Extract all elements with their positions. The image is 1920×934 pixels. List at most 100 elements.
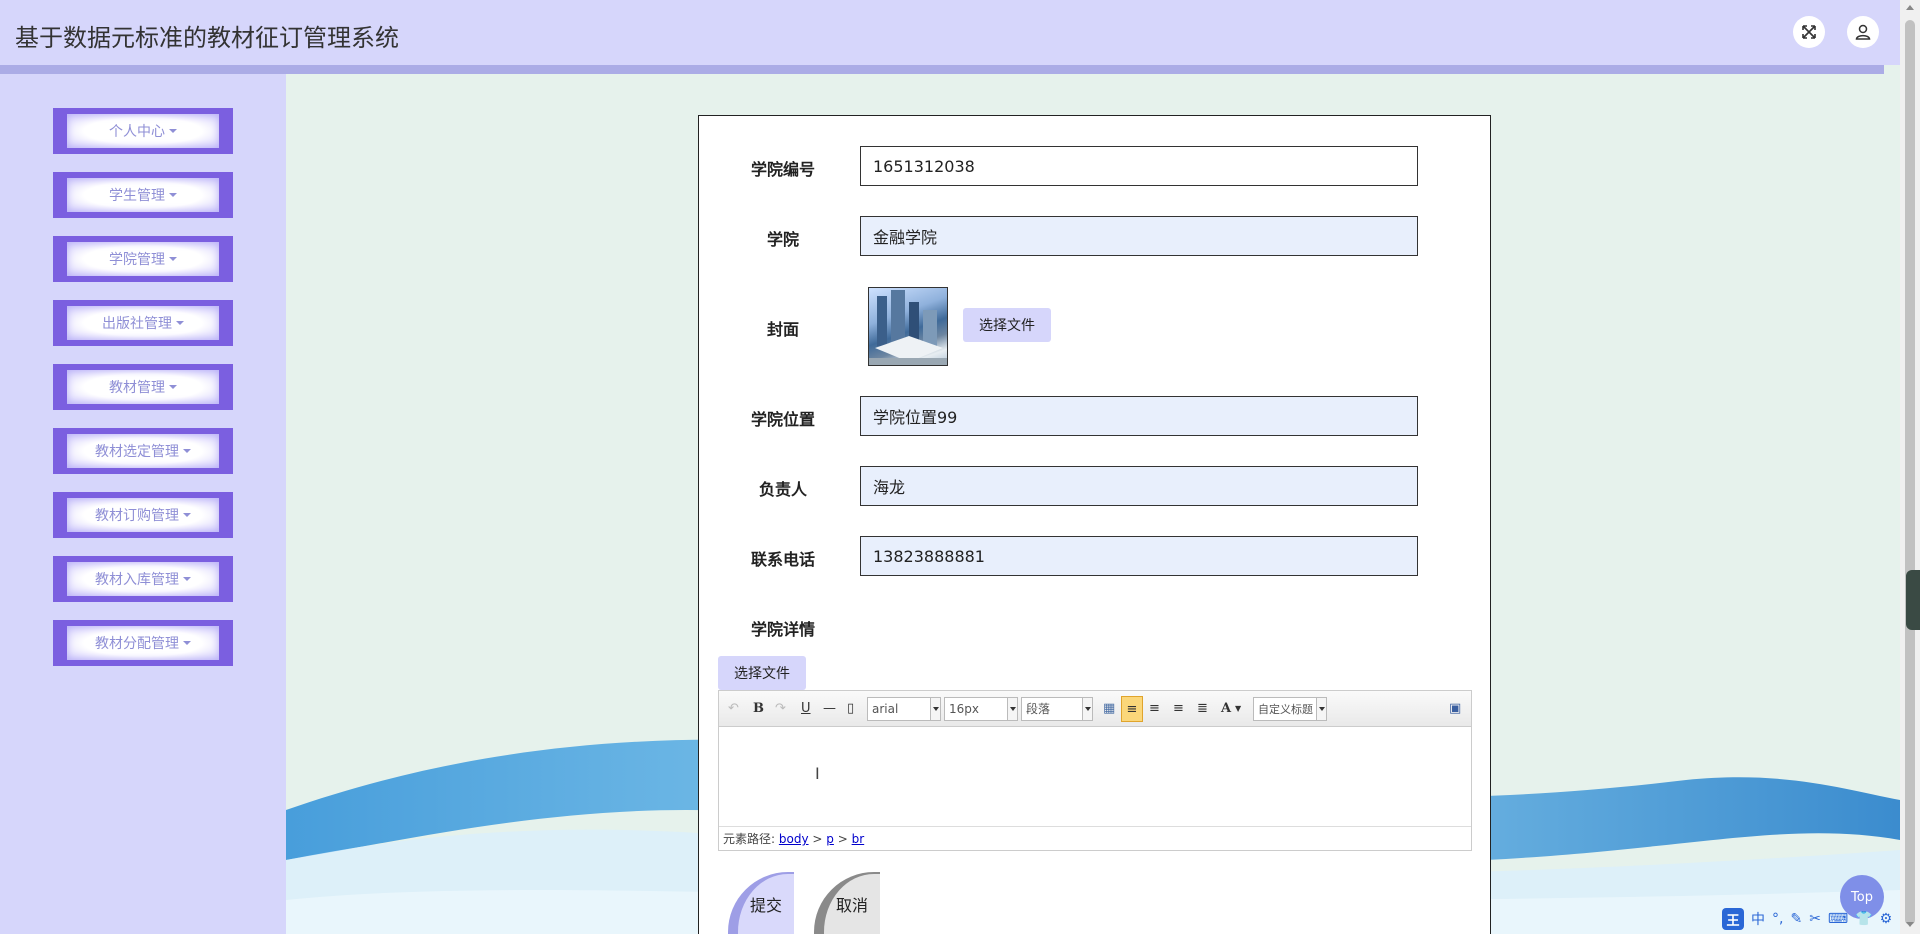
path-separator: > <box>812 832 823 846</box>
caret-down-icon <box>183 449 191 453</box>
caret-down-icon <box>183 641 191 645</box>
sidebar-item-personal-center[interactable]: 个人中心 <box>53 108 233 154</box>
custom-title-select[interactable]: 自定义标题 <box>1253 697 1327 721</box>
college-label: 学院 <box>766 230 799 249</box>
user-button[interactable] <box>1847 16 1879 48</box>
path-prefix: 元素路径: <box>723 832 776 846</box>
scroll-thumb[interactable] <box>1905 20 1915 925</box>
font-family-select[interactable]: arial <box>867 697 941 721</box>
sidebar-item-textbook-management[interactable]: 教材管理 <box>53 364 233 410</box>
path-separator: > <box>837 832 848 846</box>
caret-down-icon <box>169 129 177 133</box>
manager-label: 负责人 <box>758 480 807 499</box>
ime-logo[interactable]: 王 <box>1722 908 1744 930</box>
sidebar-item-label: 教材管理 <box>109 380 165 396</box>
detail-label: 学院详情 <box>750 620 815 639</box>
app-title: 基于数据元标准的教材征订管理系统 <box>15 24 399 52</box>
dropdown-arrow-icon <box>1007 698 1017 720</box>
page-icon[interactable]: ▯ <box>847 699 854 719</box>
sidebar-item-label: 个人中心 <box>109 124 165 140</box>
sidebar-item-textbook-allocation[interactable]: 教材分配管理 <box>53 620 233 666</box>
sidebar-item-label: 教材分配管理 <box>95 636 179 652</box>
bold-button[interactable]: B <box>753 699 764 719</box>
user-icon <box>1855 24 1871 40</box>
cover-file-button[interactable]: 选择文件 <box>963 308 1051 342</box>
font-color-button[interactable]: A <box>1221 699 1231 719</box>
dropdown-arrow-icon <box>1082 698 1092 720</box>
ime-toolbar: 王 中 °, ✎ ✂ ⌨ 👕 ⚙ <box>1722 908 1892 930</box>
caret-down-icon <box>183 577 191 581</box>
sidebar-item-label: 教材订购管理 <box>95 508 179 524</box>
expand-icon <box>1802 25 1816 39</box>
font-color-dropdown-icon[interactable]: ▼ <box>1235 699 1241 719</box>
punctuation-icon[interactable]: °, <box>1772 911 1783 927</box>
fullscreen-button[interactable] <box>1793 16 1825 48</box>
align-right-icon[interactable]: ≡ <box>1149 699 1160 719</box>
dropdown-arrow-icon <box>1316 698 1326 720</box>
editor-toolbar: ↶ B ↷ U — ▯ arial 16px 段落 ▦ ≡ ≡ ≡ ≣ A ▼ … <box>719 691 1471 727</box>
paragraph-value: 段落 <box>1026 702 1051 716</box>
sidebar-item-label: 学生管理 <box>109 188 165 204</box>
align-left-icon[interactable]: ≡ <box>1121 696 1143 722</box>
caret-down-icon <box>183 513 191 517</box>
keyboard-icon[interactable]: ⌨ <box>1828 911 1848 927</box>
scroll-up-icon[interactable] <box>1906 5 1914 10</box>
sidebar-item-label: 学院管理 <box>109 252 165 268</box>
caret-down-icon <box>176 321 184 325</box>
building-image <box>869 290 947 365</box>
custom-title-value: 自定义标题 <box>1258 703 1313 716</box>
skin-icon[interactable]: 👕 <box>1855 911 1872 927</box>
align-center-icon[interactable]: ≡ <box>1173 699 1184 719</box>
table-icon[interactable]: ▦ <box>1103 699 1115 719</box>
manager-field[interactable] <box>860 466 1418 506</box>
cover-label: 封面 <box>766 320 799 339</box>
side-drawer-tab[interactable] <box>1906 570 1920 630</box>
font-size-value: 16px <box>949 702 979 716</box>
text-cursor-icon: I <box>815 764 820 783</box>
sidebar-item-publisher-management[interactable]: 出版社管理 <box>53 300 233 346</box>
caret-down-icon <box>169 257 177 261</box>
college-no-field[interactable] <box>860 146 1418 186</box>
sidebar-item-label: 教材入库管理 <box>95 572 179 588</box>
paragraph-select[interactable]: 段落 <box>1021 697 1093 721</box>
settings-icon[interactable]: ⚙ <box>1880 911 1893 927</box>
path-body-link[interactable]: body <box>779 832 809 846</box>
phone-field[interactable] <box>860 536 1418 576</box>
sidebar-item-college-management[interactable]: 学院管理 <box>53 236 233 282</box>
detail-file-button[interactable]: 选择文件 <box>718 656 806 690</box>
ime-mode[interactable]: 中 <box>1751 909 1765 929</box>
sidebar-item-label: 出版社管理 <box>102 316 172 332</box>
college-no-label: 学院编号 <box>750 160 815 179</box>
font-size-select[interactable]: 16px <box>944 697 1018 721</box>
page-scrollbar[interactable] <box>1900 0 1920 934</box>
preview-icon[interactable]: ▣ <box>1449 699 1461 719</box>
underline-button[interactable]: U <box>801 699 811 719</box>
pen-icon[interactable]: ✎ <box>1790 911 1802 927</box>
horizontal-rule-icon[interactable]: — <box>823 699 836 719</box>
rich-text-editor: ↶ B ↷ U — ▯ arial 16px 段落 ▦ ≡ ≡ ≡ ≣ A ▼ … <box>718 690 1472 851</box>
phone-label: 联系电话 <box>750 550 815 569</box>
scroll-down-icon[interactable] <box>1906 922 1914 927</box>
font-family-value: arial <box>872 702 899 716</box>
path-br-link[interactable]: br <box>852 832 865 846</box>
scissors-icon[interactable]: ✂ <box>1809 911 1821 927</box>
justify-icon[interactable]: ≣ <box>1197 699 1208 719</box>
caret-down-icon <box>169 193 177 197</box>
sidebar-item-student-management[interactable]: 学生管理 <box>53 172 233 218</box>
sidebar-item-textbook-ordering[interactable]: 教材订购管理 <box>53 492 233 538</box>
location-label: 学院位置 <box>750 410 815 429</box>
location-field[interactable] <box>860 396 1418 436</box>
dropdown-arrow-icon <box>930 698 940 720</box>
undo-icon[interactable]: ↶ <box>728 699 739 719</box>
sidebar-item-textbook-selection[interactable]: 教材选定管理 <box>53 428 233 474</box>
header-divider <box>0 65 1884 74</box>
cover-thumbnail <box>868 287 948 366</box>
path-p-link[interactable]: p <box>826 832 834 846</box>
sidebar-item-label: 教材选定管理 <box>95 444 179 460</box>
college-field[interactable] <box>860 216 1418 256</box>
redo-icon[interactable]: ↷ <box>775 699 786 719</box>
sidebar-item-textbook-storage[interactable]: 教材入库管理 <box>53 556 233 602</box>
editor-content-area[interactable]: I <box>719 728 1471 826</box>
element-path-bar: 元素路径: body > p > br <box>719 826 1471 850</box>
app-header: 基于数据元标准的教材征订管理系统 <box>0 0 1900 65</box>
